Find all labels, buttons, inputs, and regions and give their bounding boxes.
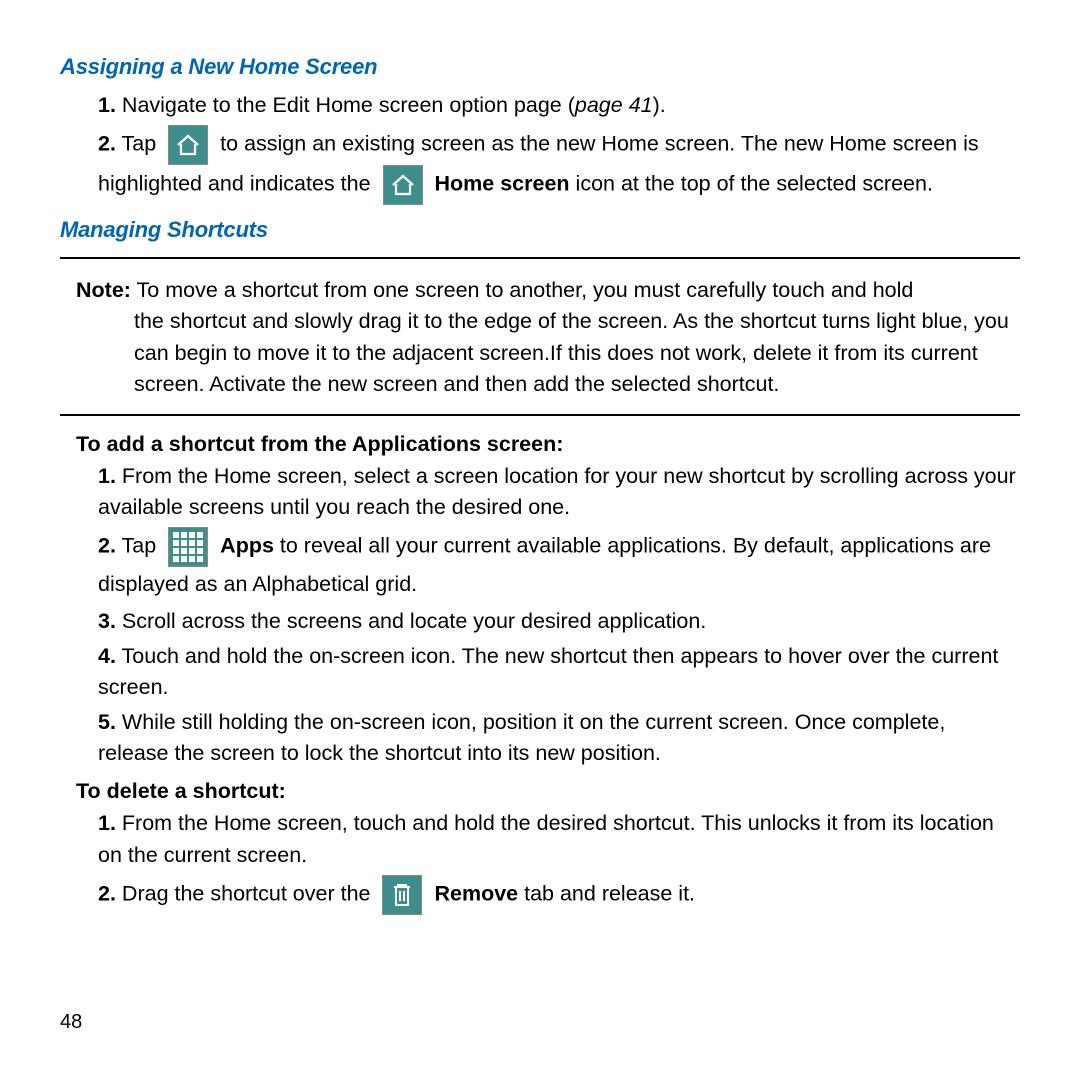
delete-steps-list: 1. From the Home screen, touch and hold … [60, 808, 1020, 914]
step-number: 1. [98, 464, 116, 488]
divider [60, 414, 1020, 416]
home-screen-label: Home screen [435, 172, 570, 196]
note-body: the shortcut and slowly drag it to the e… [76, 306, 1020, 400]
step-text-a: Drag the shortcut over the [122, 881, 371, 905]
add-step-3: 3. Scroll across the screens and locate … [98, 606, 1020, 637]
subheading-add-shortcut: To add a shortcut from the Applications … [60, 432, 1020, 457]
section-heading-managing: Managing Shortcuts [60, 217, 1020, 243]
add-step-4: 4. Touch and hold the on-screen icon. Th… [98, 641, 1020, 703]
note-label: Note: [76, 278, 131, 302]
step-text: From the Home screen, touch and hold the… [98, 811, 994, 866]
delete-step-2: 2. Drag the shortcut over the Remove tab… [98, 875, 1020, 915]
divider [60, 257, 1020, 259]
step-text-a: Tap [122, 534, 157, 558]
home-icon [168, 125, 208, 165]
subheading-delete-shortcut: To delete a shortcut: [60, 779, 1020, 804]
step-text-b: tab and release it. [524, 881, 695, 905]
assign-step-1: 1. Navigate to the Edit Home screen opti… [98, 90, 1020, 121]
assign-step-2: 2. Tap to assign an existing screen as t… [98, 125, 1020, 205]
step-number: 1. [98, 93, 116, 117]
step-number: 2. [98, 534, 116, 558]
page-reference: page 41 [575, 93, 653, 117]
section-heading-assigning: Assigning a New Home Screen [60, 54, 1020, 80]
step-text: While still holding the on-screen icon, … [98, 710, 945, 765]
step-text-a: Tap [122, 132, 157, 156]
assign-steps-list: 1. Navigate to the Edit Home screen opti… [60, 90, 1020, 205]
add-steps-list: 1. From the Home screen, select a screen… [60, 461, 1020, 770]
step-text: Navigate to the Edit Home screen option … [122, 93, 575, 117]
add-step-2: 2. Tap Apps to reveal all your current a… [98, 527, 1020, 601]
trash-icon [382, 875, 422, 915]
step-text: Scroll across the screens and locate you… [122, 609, 706, 633]
apps-grid-icon [168, 527, 208, 567]
step-number: 2. [98, 881, 116, 905]
remove-label: Remove [434, 881, 518, 905]
delete-step-1: 1. From the Home screen, touch and hold … [98, 808, 1020, 870]
apps-label: Apps [220, 534, 274, 558]
note-first-line: To move a shortcut from one screen to an… [137, 278, 914, 302]
step-text-after: ). [653, 93, 666, 117]
add-step-5: 5. While still holding the on-screen ico… [98, 707, 1020, 769]
step-number: 1. [98, 811, 116, 835]
step-number: 5. [98, 710, 116, 734]
step-number: 3. [98, 609, 116, 633]
step-text-c: icon at the top of the selected screen. [576, 172, 933, 196]
step-text: Touch and hold the on-screen icon. The n… [98, 644, 998, 699]
page-number: 48 [60, 1011, 82, 1034]
step-number: 2. [98, 132, 116, 156]
add-step-1: 1. From the Home screen, select a screen… [98, 461, 1020, 523]
step-number: 4. [98, 644, 116, 668]
note-block: Note: To move a shortcut from one screen… [60, 275, 1020, 400]
home-icon [383, 165, 423, 205]
step-text: From the Home screen, select a screen lo… [98, 464, 1016, 519]
